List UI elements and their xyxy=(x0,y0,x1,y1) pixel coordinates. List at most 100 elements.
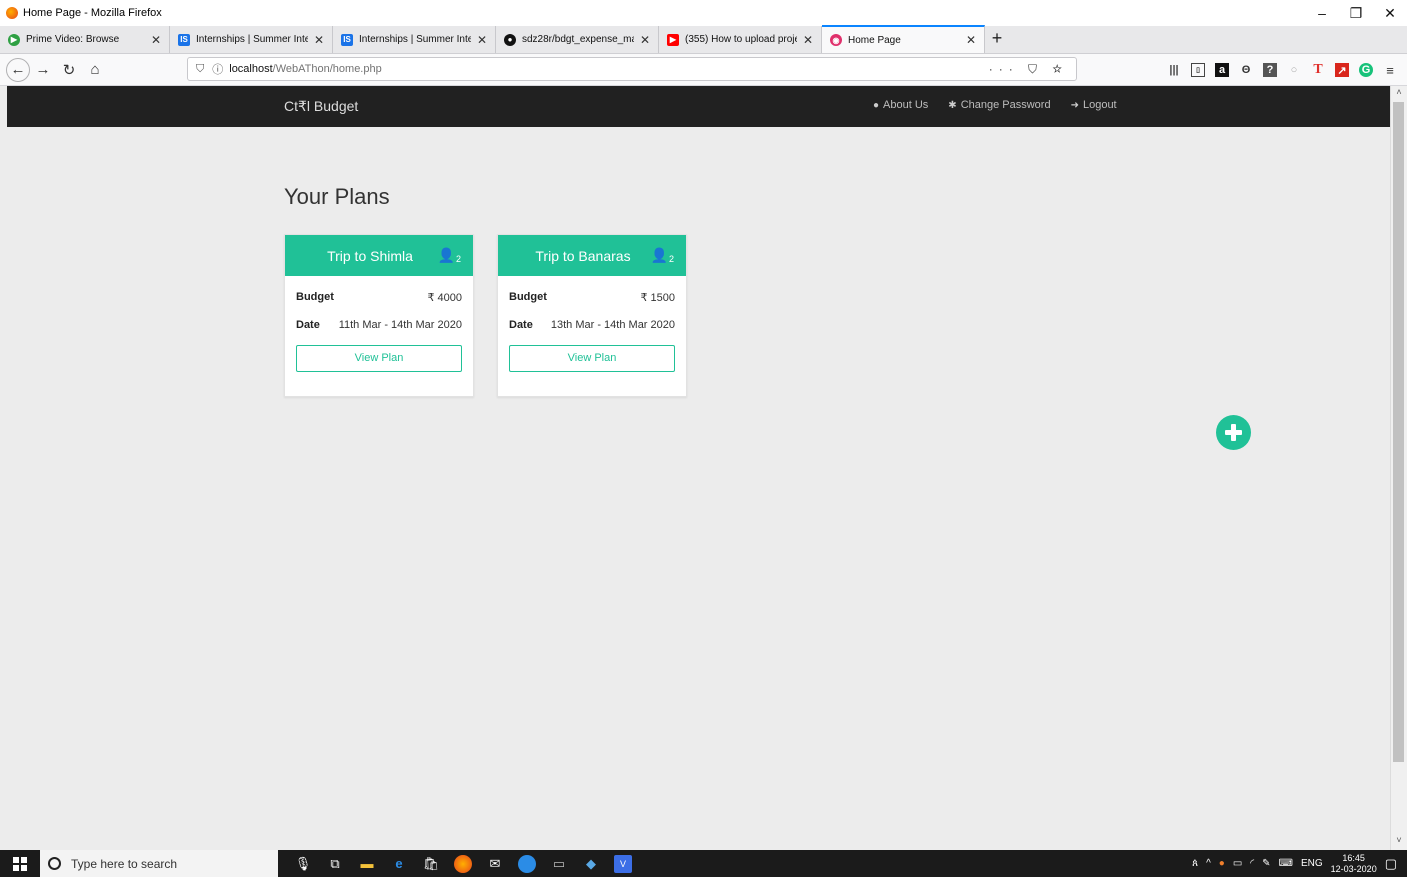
budget-label: Budget xyxy=(296,291,334,303)
member-count: 2 xyxy=(455,254,461,264)
maximize-button[interactable]: ❐ xyxy=(1339,0,1373,26)
library-icon[interactable]: ||| xyxy=(1167,63,1181,77)
view-plan-button[interactable]: View Plan xyxy=(296,345,462,372)
tab-internships-1[interactable]: IS Internships | Summer Internshi ✕ xyxy=(170,26,333,53)
new-tab-button[interactable]: + xyxy=(985,26,1009,53)
extension-icon[interactable]: Θ xyxy=(1239,63,1253,77)
scroll-down-arrow-icon[interactable]: ˅ xyxy=(1391,835,1407,849)
add-plan-button[interactable] xyxy=(1216,415,1251,450)
edge-icon[interactable]: e xyxy=(390,855,408,873)
view-plan-button[interactable]: View Plan xyxy=(509,345,675,372)
plan-members: 👤 2 xyxy=(438,247,461,264)
microphone-icon[interactable]: 🎙 xyxy=(294,855,312,873)
budget-label: Budget xyxy=(509,291,547,303)
scrollbar-thumb[interactable] xyxy=(1393,102,1404,762)
tab-internships-2[interactable]: IS Internships | Summer Internshi ✕ xyxy=(333,26,496,53)
tracking-shield-icon[interactable]: ⛉ xyxy=(196,63,204,76)
store-icon[interactable]: 🛍 xyxy=(422,855,440,873)
change-password-link[interactable]: ✱ Change Password xyxy=(948,99,1050,111)
window-title: Home Page - Mozilla Firefox xyxy=(23,7,162,19)
about-us-link[interactable]: ● About Us xyxy=(873,99,928,111)
mail-icon[interactable]: ✉ xyxy=(486,855,504,873)
plan-card: Trip to Shimla 👤 2 Budget ₹ 4000 Date 11t… xyxy=(284,234,474,397)
tab-label: sdz28r/bdgt_expense_manager xyxy=(522,34,634,45)
vertical-scrollbar[interactable]: ˄ ˅ xyxy=(1390,86,1407,850)
home-icon[interactable]: ⌂ xyxy=(82,57,108,83)
app-tray-icon[interactable]: ● xyxy=(1219,858,1225,869)
start-button[interactable] xyxy=(0,850,40,877)
internshala-icon: IS xyxy=(178,33,190,46)
close-tab-icon[interactable]: ✕ xyxy=(640,33,650,47)
back-arrow-icon[interactable]: ← xyxy=(6,57,30,82)
notification-icon[interactable]: ▢ xyxy=(1385,856,1397,872)
editor-icon[interactable]: V xyxy=(614,854,632,873)
scroll-up-arrow-icon[interactable]: ˄ xyxy=(1391,87,1407,101)
info-icon: ● xyxy=(873,99,880,111)
clock-date: 12-03-2020 xyxy=(1330,863,1377,874)
member-count: 2 xyxy=(668,254,674,264)
sidebar-icon[interactable]: ▯ xyxy=(1191,63,1205,77)
reload-icon[interactable]: ↻ xyxy=(56,57,82,83)
plan-card-header: Trip to Banaras 👤 2 xyxy=(498,235,686,276)
date-value: 13th Mar - 14th Mar 2020 xyxy=(550,319,675,331)
clock[interactable]: 16:45 12-03-2020 xyxy=(1331,853,1377,875)
language-indicator[interactable]: ENG xyxy=(1301,858,1323,869)
date-value: 11th Mar - 14th Mar 2020 xyxy=(338,319,462,331)
battery-icon[interactable]: ▭ xyxy=(1233,858,1242,869)
extension-icon[interactable]: ↗ xyxy=(1335,63,1349,77)
plan-title: Trip to Shimla xyxy=(327,248,413,264)
browser-icon[interactable] xyxy=(518,854,536,873)
amazon-icon[interactable]: a xyxy=(1215,63,1229,77)
logout-link[interactable]: ➜ Logout xyxy=(1071,99,1117,111)
extension-icon[interactable]: G xyxy=(1359,63,1373,77)
date-label: Date xyxy=(296,319,320,331)
menu-icon[interactable]: ≡ xyxy=(1383,63,1397,78)
logout-label: Logout xyxy=(1082,99,1117,111)
terminal-icon[interactable]: ▭ xyxy=(550,855,568,873)
forward-arrow-icon[interactable]: → xyxy=(30,57,56,83)
plan-date-row: Date 13th Mar - 14th Mar 2020 xyxy=(509,319,675,331)
plan-title: Trip to Banaras xyxy=(535,248,631,264)
app-navbar: Ct₹l Budget ● About Us ✱ Change Password ➜… xyxy=(7,86,1390,127)
wifi-icon[interactable]: ◜ xyxy=(1250,858,1254,869)
app-brand[interactable]: Ct₹l Budget xyxy=(284,98,358,115)
site-info-icon[interactable]: ⓘ xyxy=(212,61,223,77)
address-bar[interactable]: ⛉ ⓘ localhost/WebAThon/home.php ··· ⛉ ☆ xyxy=(187,57,1077,81)
tab-strip: ▶ Prime Video: Browse ✕ IS Internships |… xyxy=(0,25,1407,54)
plan-members: 👤 2 xyxy=(651,247,674,264)
extension-icon[interactable]: T xyxy=(1311,62,1325,77)
plan-card: Trip to Banaras 👤 2 Budget ₹ 1500 Date 13… xyxy=(497,234,687,397)
firefox-taskbar-icon[interactable] xyxy=(454,854,472,873)
gear-icon: ✱ xyxy=(948,99,957,111)
tab-youtube[interactable]: ▶ (355) How to upload projects o ✕ xyxy=(659,26,822,53)
logout-icon: ➜ xyxy=(1070,99,1079,111)
tab-home-page[interactable]: ◉ Home Page ✕ xyxy=(822,25,985,53)
extension-icon[interactable]: ○ xyxy=(1287,63,1301,77)
chevron-up-icon[interactable]: ^ xyxy=(1206,858,1211,869)
close-tab-icon[interactable]: ✕ xyxy=(966,33,976,47)
tab-label: Prime Video: Browse xyxy=(26,34,120,45)
tab-prime-video[interactable]: ▶ Prime Video: Browse ✕ xyxy=(0,26,170,53)
people-icon[interactable]: ጰ xyxy=(1192,858,1198,869)
close-tab-icon[interactable]: ✕ xyxy=(151,33,161,47)
page-actions[interactable]: ··· ⛉ ☆ xyxy=(989,62,1068,77)
box-icon[interactable]: ◆ xyxy=(582,855,600,873)
close-tab-icon[interactable]: ✕ xyxy=(803,33,813,47)
close-tab-icon[interactable]: ✕ xyxy=(477,33,487,47)
close-tab-icon[interactable]: ✕ xyxy=(314,33,324,47)
extension-icon[interactable]: ? xyxy=(1263,63,1277,77)
cortana-icon xyxy=(48,857,61,870)
minimize-button[interactable]: – xyxy=(1305,0,1339,26)
close-window-button[interactable]: ✕ xyxy=(1373,0,1407,26)
windows-taskbar: Type here to search 🎙 ⧉ ▬ e 🛍 ✉ ▭ ◆ V ጰ … xyxy=(0,850,1407,877)
window-controls: – ❐ ✕ xyxy=(1305,0,1407,26)
tab-label: (355) How to upload projects o xyxy=(685,34,797,45)
firefox-icon xyxy=(6,7,18,19)
file-explorer-icon[interactable]: ▬ xyxy=(358,855,376,873)
task-view-icon[interactable]: ⧉ xyxy=(326,855,344,873)
tab-github[interactable]: ● sdz28r/bdgt_expense_manager ✕ xyxy=(496,26,659,53)
pen-icon[interactable]: ✎ xyxy=(1262,858,1270,869)
keyboard-icon[interactable]: ⌨ xyxy=(1279,858,1293,869)
app-menu: ● About Us ✱ Change Password ➜ Logout xyxy=(873,99,1117,111)
taskbar-search[interactable]: Type here to search xyxy=(40,850,278,877)
